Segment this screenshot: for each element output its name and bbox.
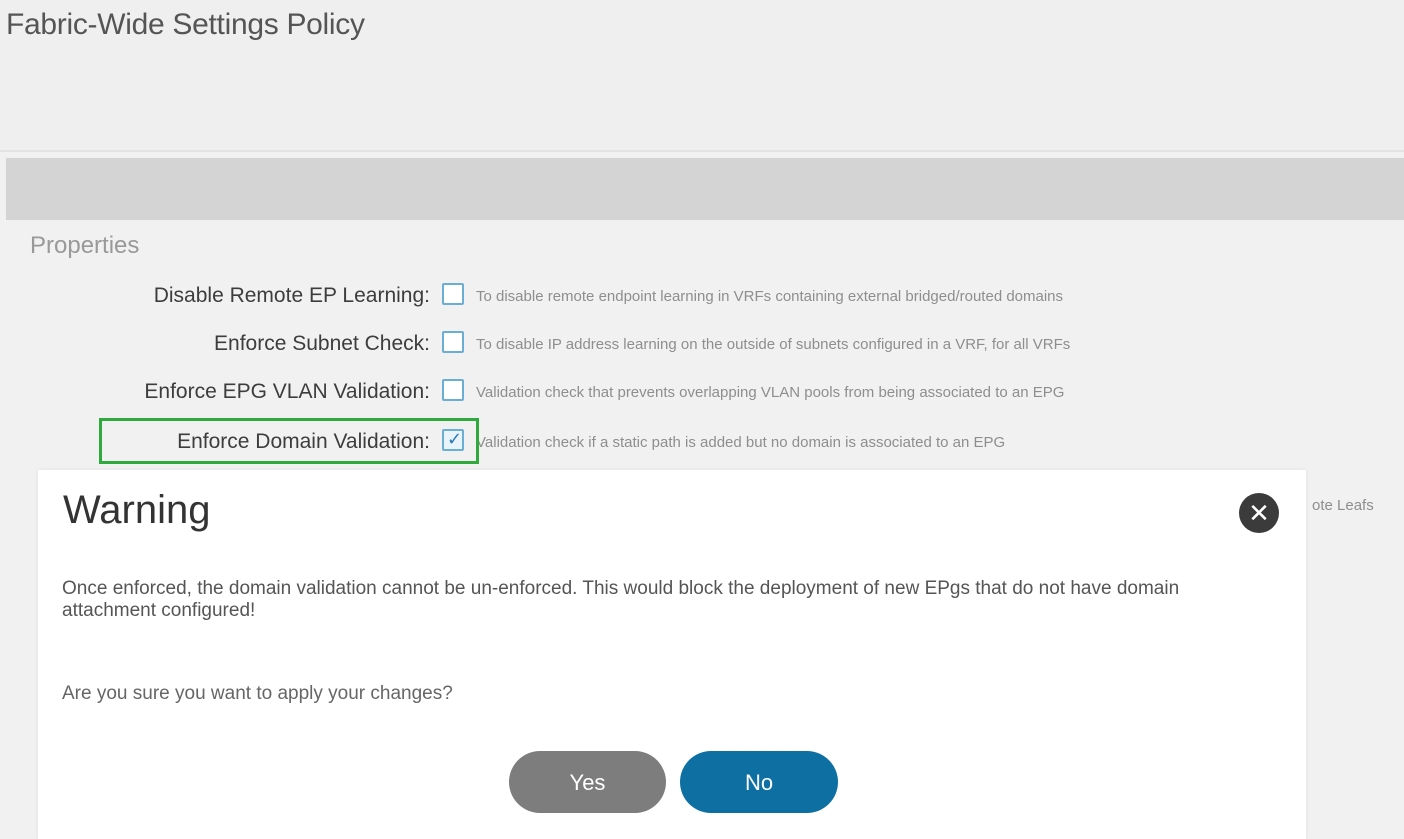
toolbar-band [6,158,1404,220]
property-row-disable-remote-ep-learning: Disable Remote EP Learning: To disable r… [0,281,1404,311]
property-label: Enforce EPG VLAN Validation: [144,380,430,403]
page-title: Fabric-Wide Settings Policy [6,8,365,41]
highlight-annotation-box [99,418,479,464]
dialog-message: Once enforced, the domain validation can… [62,578,1180,621]
property-row-enforce-epg-vlan-validation: Enforce EPG VLAN Validation: Validation … [0,377,1404,407]
enforce-epg-vlan-validation-checkbox[interactable] [442,379,464,401]
property-description: Validation check if a static path is add… [476,434,1006,451]
property-description: To disable IP address learning on the ou… [476,336,1071,353]
close-icon[interactable]: ✕ [1239,493,1279,533]
title-bar: Fabric-Wide Settings Policy [0,0,1404,152]
no-button[interactable]: No [680,751,838,813]
property-label: Enforce Subnet Check: [214,332,430,355]
property-description: To disable remote endpoint learning in V… [476,288,1064,305]
property-row-enforce-subnet-check: Enforce Subnet Check: To disable IP addr… [0,329,1404,359]
partially-hidden-property-text: ote Leafs [1312,497,1374,514]
properties-heading: Properties [30,232,140,259]
fabric-settings-page: Fabric-Wide Settings Policy Properties D… [0,0,1404,839]
property-label: Disable Remote EP Learning: [153,284,430,307]
warning-dialog: Warning ✕ Once enforced, the domain vali… [38,470,1306,839]
enforce-subnet-check-checkbox[interactable] [442,331,464,353]
yes-button[interactable]: Yes [509,751,666,813]
property-description: Validation check that prevents overlappi… [476,384,1065,401]
dialog-question: Are you sure you want to apply your chan… [62,683,453,704]
dialog-title: Warning [63,488,211,532]
disable-remote-ep-learning-checkbox[interactable] [442,283,464,305]
